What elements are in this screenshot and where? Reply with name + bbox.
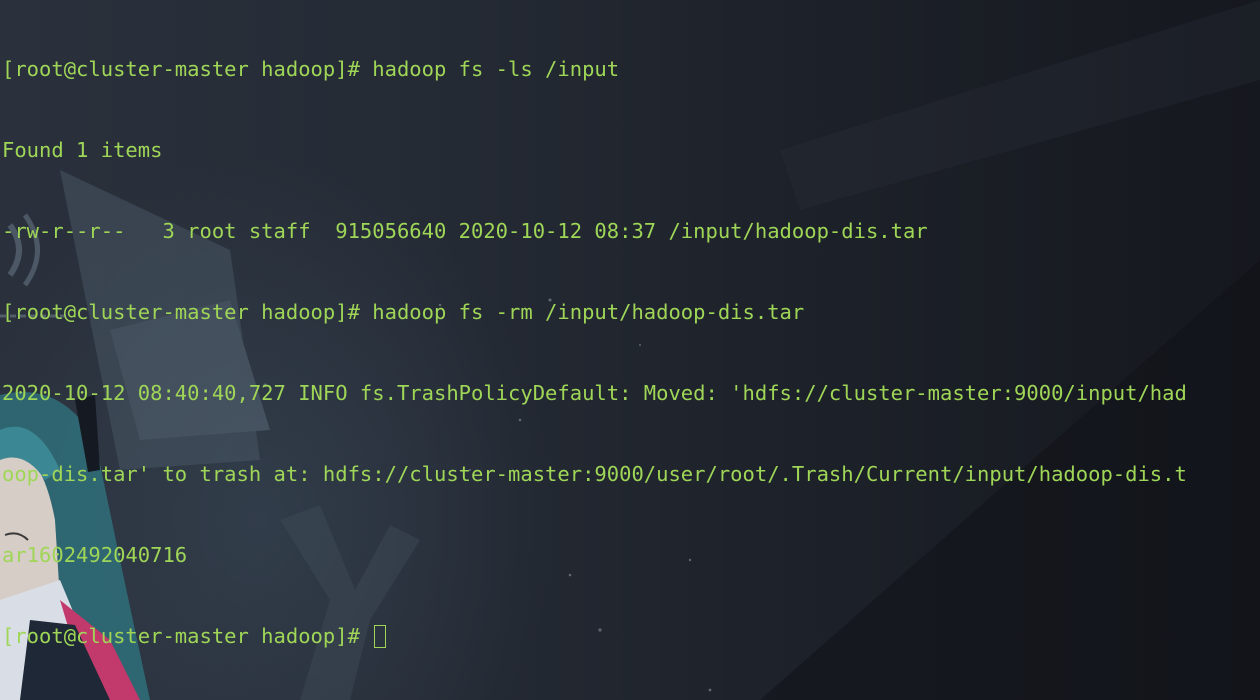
terminal-line: Found 1 items [2, 138, 163, 162]
terminal-line: ar1602492040716 [2, 543, 188, 567]
terminal-output: [root@cluster-master hadoop]# hadoop fs … [2, 2, 1258, 700]
shell-prompt: [root@cluster-master hadoop]# [2, 624, 373, 648]
terminal-line: [root@cluster-master hadoop]# hadoop fs … [2, 57, 620, 81]
text-cursor [374, 625, 387, 648]
terminal-line: oop-dis.tar' to trash at: hdfs://cluster… [2, 462, 1187, 486]
terminal-window[interactable]: [root@cluster-master hadoop]# hadoop fs … [0, 0, 1260, 700]
terminal-line: 2020-10-12 08:40:40,727 INFO fs.TrashPol… [2, 381, 1187, 405]
terminal-line: [root@cluster-master hadoop]# hadoop fs … [2, 300, 805, 324]
terminal-line: -rw-r--r-- 3 root staff 915056640 2020-1… [2, 219, 928, 243]
prompt-line[interactable]: [root@cluster-master hadoop]# [2, 623, 1258, 650]
